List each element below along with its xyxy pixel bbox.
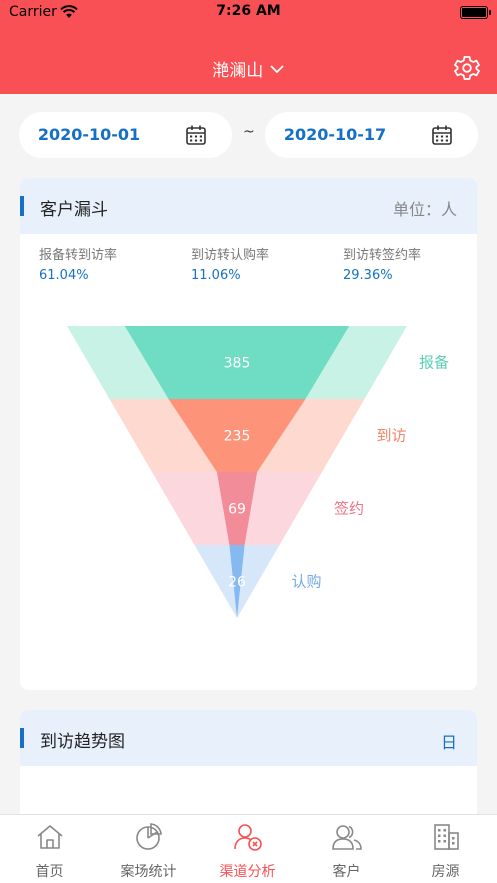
- card-title: 到访趋势图: [40, 732, 125, 752]
- funnel-stage-label: 签约: [334, 500, 364, 518]
- card-title: 客户漏斗: [40, 200, 108, 220]
- tab-label: 房源: [431, 864, 460, 880]
- tab-bar: 首页 案场统计 渠道分析 客户 房源: [0, 814, 497, 883]
- card-header: 到访趋势图 日: [20, 710, 477, 766]
- tab-label: 首页: [35, 864, 64, 880]
- start-date-picker[interactable]: 2020-10-01: [19, 112, 232, 158]
- tab-label: 渠道分析: [219, 864, 276, 880]
- visit-trend-card: 到访趋势图 日: [20, 710, 477, 830]
- rate-report-to-visit: 报备转到访率 61.04%: [39, 244, 189, 283]
- rate-visit-to-subscribe: 到访转认购率 11.06%: [191, 244, 341, 283]
- pie-chart-icon: [134, 822, 164, 852]
- accent-bar: [20, 196, 24, 216]
- funnel-stage-label: 到访: [377, 427, 407, 445]
- granularity-toggle[interactable]: 日: [441, 729, 457, 753]
- nav-bar: 滟澜山: [0, 26, 497, 94]
- rate-value: 29.36%: [343, 268, 393, 283]
- funnel-value-label: 385: [224, 356, 251, 372]
- funnel-stage-label: 认购: [292, 573, 322, 591]
- home-icon: [35, 822, 65, 852]
- start-date-value: 2020-10-01: [37, 125, 141, 144]
- accent-bar: [20, 728, 24, 748]
- date-separator: ~: [243, 124, 255, 140]
- calendar-icon: [185, 124, 207, 150]
- funnel-value-label: 69: [228, 502, 246, 518]
- rate-visit-to-sign: 到访转签约率 29.36%: [343, 244, 477, 283]
- tab-label: 客户: [332, 864, 361, 880]
- unit-label: 单位：人: [392, 200, 457, 219]
- customers-icon: [332, 822, 362, 852]
- customer-funnel-card: 客户漏斗 单位：人 报备转到访率 61.04% 到访转认购率 11.06% 到访…: [20, 178, 477, 690]
- channel-analysis-icon: [233, 822, 263, 852]
- building-icon: [431, 822, 461, 852]
- chevron-down-icon: [269, 59, 285, 79]
- rate-value: 11.06%: [191, 268, 241, 283]
- end-date-picker[interactable]: 2020-10-17: [265, 112, 478, 158]
- tab-properties[interactable]: 房源: [396, 815, 495, 883]
- rate-label: 报备转到访率: [39, 248, 118, 263]
- tab-label: 案场统计: [120, 864, 177, 880]
- calendar-icon: [431, 124, 453, 150]
- rate-label: 到访转认购率: [191, 248, 270, 263]
- funnel-stage-label: 报备: [419, 354, 449, 372]
- status-bar: Carrier 7:26 AM: [0, 0, 497, 26]
- card-header: 客户漏斗 单位：人: [20, 178, 477, 234]
- settings-gear-icon[interactable]: [453, 54, 481, 82]
- rate-label: 到访转签约率: [343, 248, 422, 263]
- funnel-value-label: 26: [228, 575, 246, 591]
- tab-channel-analysis[interactable]: 渠道分析: [198, 815, 297, 883]
- tab-home[interactable]: 首页: [0, 815, 99, 883]
- battery-icon: [460, 6, 491, 19]
- funnel-value-label: 235: [224, 429, 251, 445]
- tab-customers[interactable]: 客户: [297, 815, 396, 883]
- clock-time: 7:26 AM: [216, 3, 281, 19]
- end-date-value: 2020-10-17: [283, 125, 387, 144]
- project-name: 滟澜山: [212, 61, 264, 81]
- customer-funnel-chart: 385 报备 235 到访 69 签约 26 认购: [67, 326, 449, 618]
- rate-value: 61.04%: [39, 268, 89, 283]
- tab-site-statistics[interactable]: 案场统计: [99, 815, 198, 883]
- project-selector[interactable]: 滟澜山: [0, 56, 497, 81]
- date-range-bar: 2020-10-01 ~ 2020-10-17: [0, 112, 497, 158]
